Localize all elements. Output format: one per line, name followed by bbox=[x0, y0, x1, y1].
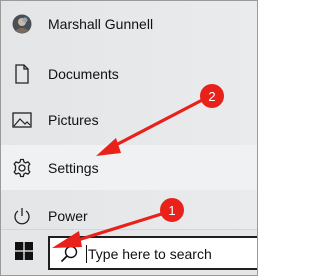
menu-item-label: Documents bbox=[48, 65, 119, 82]
menu-item-settings[interactable]: Settings bbox=[1, 145, 257, 190]
menu-item-documents[interactable]: Documents bbox=[1, 51, 257, 96]
text-caret bbox=[86, 245, 87, 263]
taskbar: Type here to search bbox=[1, 229, 257, 275]
pictures-icon bbox=[11, 109, 33, 131]
menu-item-label: Marshall Gunnell bbox=[48, 15, 154, 32]
menu-item-label: Pictures bbox=[48, 111, 99, 128]
menu-item-label: Power bbox=[48, 207, 88, 224]
menu-item-account[interactable]: Marshall Gunnell bbox=[1, 1, 257, 46]
start-button[interactable] bbox=[1, 230, 47, 275]
document-icon bbox=[11, 63, 33, 85]
menu-item-pictures[interactable]: Pictures bbox=[1, 97, 257, 142]
power-icon bbox=[11, 205, 33, 227]
windows-logo-icon bbox=[15, 241, 33, 265]
search-placeholder: Type here to search bbox=[88, 246, 212, 262]
user-avatar-icon bbox=[11, 13, 33, 35]
menu-item-label: Settings bbox=[48, 159, 99, 176]
gear-icon bbox=[11, 157, 33, 179]
search-icon bbox=[60, 245, 78, 263]
taskbar-search-box[interactable]: Type here to search bbox=[48, 236, 257, 270]
start-menu-window: Marshall Gunnell Documents Pictures Sett… bbox=[0, 0, 258, 276]
start-menu: Marshall Gunnell Documents Pictures Sett… bbox=[1, 1, 257, 229]
